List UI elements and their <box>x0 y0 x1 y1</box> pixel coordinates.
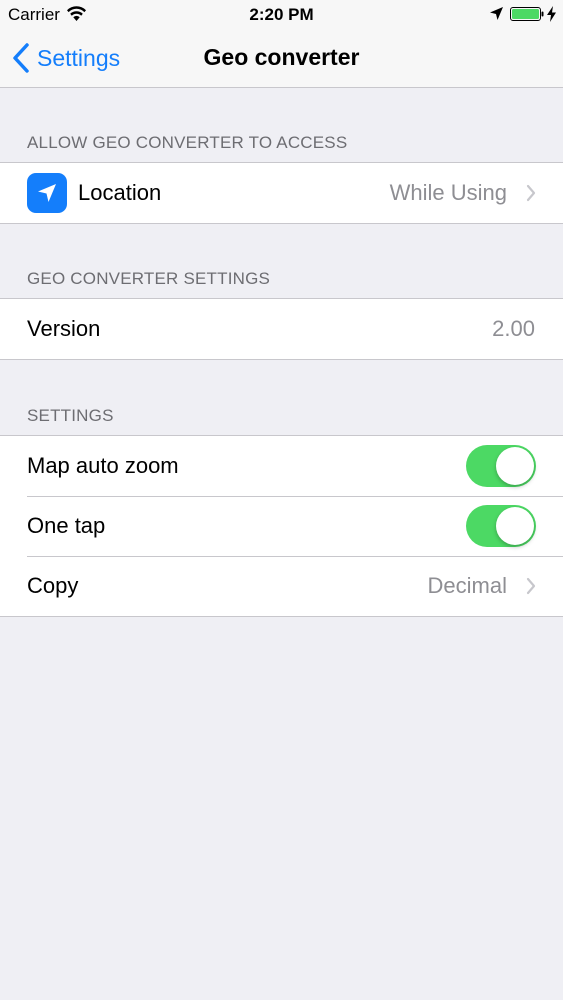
header: Carrier 2:20 PM Settings Geo converter <box>0 0 563 88</box>
status-time: 2:20 PM <box>249 5 314 24</box>
chevron-right-icon <box>526 577 536 595</box>
map-auto-zoom-row: Map auto zoom <box>0 436 563 496</box>
chevron-right-icon <box>526 184 536 202</box>
version-label: Version <box>27 316 101 341</box>
one-tap-toggle[interactable] <box>466 505 536 547</box>
location-row[interactable]: Location While Using <box>0 163 563 223</box>
map-auto-zoom-toggle[interactable] <box>466 445 536 487</box>
map-auto-zoom-label: Map auto zoom <box>27 453 179 478</box>
copy-value: Decimal <box>427 573 507 598</box>
one-tap-label: One tap <box>27 513 106 538</box>
one-tap-row: One tap <box>0 496 563 556</box>
settings-group: Map auto zoom One tap Copy Decimal <box>0 435 563 617</box>
page-title: Geo converter <box>203 44 360 70</box>
version-value: 2.00 <box>492 316 535 341</box>
section-header-access: ALLOW GEO CONVERTER TO ACCESS <box>27 133 348 152</box>
toggle-knob <box>496 507 534 545</box>
version-row: Version 2.00 <box>0 299 563 359</box>
section-header-geo-converter-settings: GEO CONVERTER SETTINGS <box>27 269 271 288</box>
location-value: While Using <box>389 180 507 205</box>
app-settings-group: Version 2.00 <box>0 298 563 360</box>
location-arrow-icon <box>38 184 56 202</box>
location-services-icon <box>490 7 503 20</box>
charging-bolt-icon <box>547 6 556 22</box>
copy-label: Copy <box>27 573 79 598</box>
location-app-icon <box>27 173 67 213</box>
status-bar: Carrier 2:20 PM <box>0 0 563 30</box>
copy-row[interactable]: Copy Decimal <box>0 556 563 616</box>
access-group: Location While Using <box>0 162 563 224</box>
location-label: Location <box>78 180 162 205</box>
navigation-bar: Settings Geo converter <box>0 30 563 87</box>
section-header-settings: SETTINGS <box>27 406 114 425</box>
battery-icon <box>510 7 544 21</box>
toggle-knob <box>496 447 534 485</box>
